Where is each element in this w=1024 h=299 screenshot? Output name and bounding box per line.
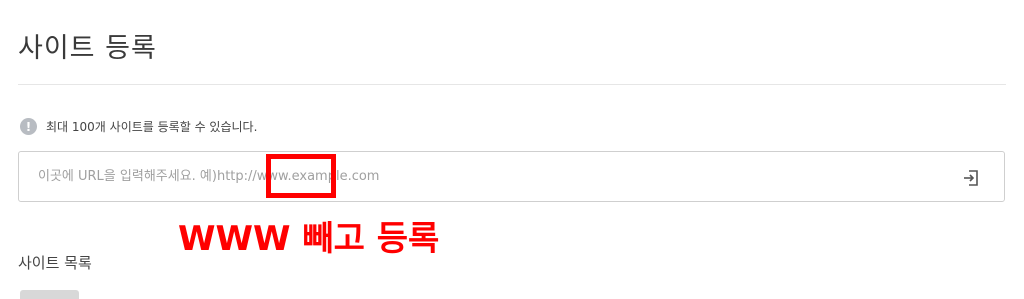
notice-text: 최대 100개 사이트를 등록할 수 있습니다.: [46, 120, 258, 134]
enter-icon[interactable]: [961, 168, 981, 188]
info-icon: !: [20, 118, 37, 135]
url-input-box: [18, 151, 1005, 202]
site-list-title: 사이트 목록: [18, 254, 92, 272]
url-input[interactable]: [38, 152, 938, 201]
site-registration-page: 사이트 등록 ! 최대 100개 사이트를 등록할 수 있습니다. WWW 빼고…: [0, 0, 1024, 299]
annotation-text: WWW 빼고 등록: [178, 219, 440, 259]
site-list-button[interactable]: [20, 290, 79, 299]
divider: [18, 84, 1006, 85]
page-title: 사이트 등록: [18, 33, 157, 64]
notice: ! 최대 100개 사이트를 등록할 수 있습니다.: [20, 118, 257, 135]
